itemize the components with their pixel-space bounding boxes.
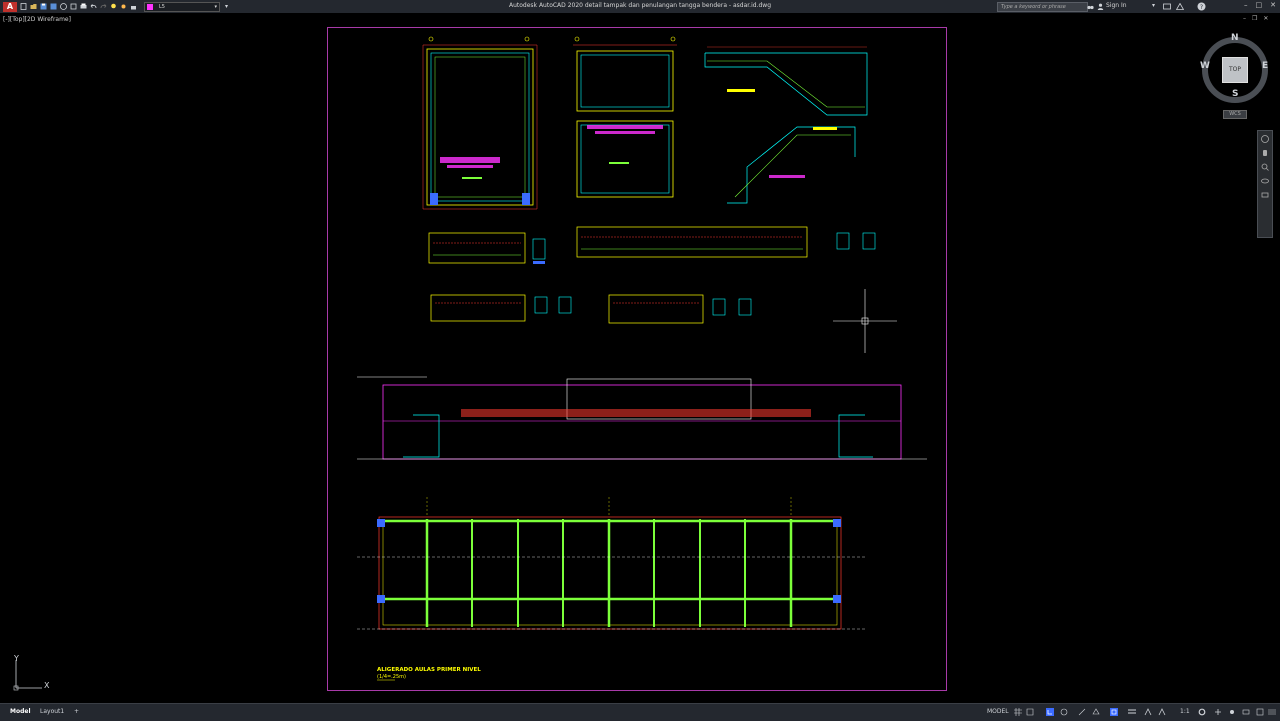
- maximize-icon[interactable]: □: [1256, 1, 1263, 9]
- showmotion-icon[interactable]: [1261, 191, 1269, 199]
- close-icon[interactable]: ✕: [1270, 1, 1276, 9]
- customize-qat-icon[interactable]: ▾: [225, 3, 228, 10]
- open-folder-icon[interactable]: [30, 3, 37, 10]
- compass-east[interactable]: E: [1262, 61, 1268, 71]
- web-mobile-icon[interactable]: [60, 3, 67, 10]
- undo-icon[interactable]: [90, 3, 97, 10]
- lightbulb-layer-on-icon[interactable]: [110, 3, 117, 10]
- sun-layer-thaw-icon[interactable]: [120, 3, 127, 10]
- drawing-close-icon[interactable]: ✕: [1263, 15, 1268, 22]
- drawing-restore-icon[interactable]: ❐: [1252, 15, 1257, 22]
- sign-in-button[interactable]: Sign In: [1106, 2, 1127, 9]
- viewcube[interactable]: N S E W TOP: [1198, 33, 1272, 107]
- drawing-window-controls: – ❐ ✕: [1243, 15, 1268, 22]
- lineweight-icon[interactable]: [1128, 708, 1136, 716]
- auto-scale-icon[interactable]: [1158, 708, 1166, 716]
- clean-screen-icon[interactable]: [1256, 708, 1264, 716]
- chevron-down-icon: ▾: [214, 3, 217, 10]
- ortho-mode-icon[interactable]: [1046, 708, 1054, 716]
- plot-icon[interactable]: [80, 3, 87, 10]
- ucs-x-label: X: [44, 681, 50, 690]
- annotation-visibility-icon[interactable]: [1144, 708, 1152, 716]
- status-bar: Model Layout1 + MODEL 1:1: [0, 703, 1280, 721]
- cad-drawing-canvas[interactable]: ALIGERADO AULAS PRIMER NIVEL (1/4=.25m): [327, 27, 947, 691]
- a360-icon[interactable]: [1176, 3, 1184, 10]
- workspace-gear-icon[interactable]: [1198, 708, 1206, 716]
- detail-floor-plan: ALIGERADO AULAS PRIMER NIVEL (1/4=.25m): [357, 497, 867, 681]
- annotation-scale[interactable]: 1:1: [1180, 708, 1190, 715]
- window-controls: – □ ✕: [1244, 1, 1276, 9]
- new-file-icon[interactable]: [20, 3, 27, 10]
- lock-layer-icon[interactable]: [130, 3, 137, 10]
- viewport-controls-label[interactable]: [-][Top][2D Wireframe]: [3, 16, 71, 23]
- add-layout-button[interactable]: +: [70, 707, 83, 716]
- layer-name: L5: [159, 3, 165, 10]
- tab-model[interactable]: Model: [6, 707, 35, 716]
- detail-building-elevation: [357, 376, 927, 460]
- plus-annotate-icon[interactable]: [1214, 708, 1222, 716]
- user-icon[interactable]: [1097, 3, 1104, 10]
- window-title: Autodesk AutoCAD 2020 detail tampak dan …: [509, 2, 771, 9]
- polar-tracking-icon[interactable]: [1060, 708, 1068, 716]
- customization-menu-icon[interactable]: [1268, 708, 1276, 716]
- layer-color-swatch-icon: [147, 3, 153, 10]
- tab-layout1[interactable]: Layout1: [36, 707, 68, 716]
- minimize-icon[interactable]: –: [1244, 1, 1248, 9]
- hardware-acceleration-icon[interactable]: [1242, 708, 1250, 716]
- object-snap-tracking-icon[interactable]: [1078, 708, 1086, 716]
- ucs-y-label: Y: [13, 654, 19, 663]
- wcs-menu[interactable]: WCS: [1223, 110, 1247, 119]
- zoom-extents-icon[interactable]: [1261, 163, 1269, 171]
- detail-beams-row: [428, 226, 876, 324]
- crosshair-cursor: [833, 289, 897, 353]
- save-as-icon[interactable]: [50, 3, 57, 10]
- open-web-icon[interactable]: [70, 3, 77, 10]
- plan-scale: (1/4=.25m): [377, 674, 406, 680]
- drawing-minimize-icon[interactable]: –: [1243, 15, 1246, 22]
- title-bar: A L5 ▾ ▾ Autodesk AutoCAD 2020 detail ta…: [0, 0, 1280, 13]
- redo-icon[interactable]: [100, 3, 107, 10]
- detail-stair-section-left: [422, 36, 538, 210]
- sign-in-dropdown-icon[interactable]: ▾: [1152, 2, 1155, 9]
- compass-south[interactable]: S: [1232, 89, 1238, 99]
- orbit-icon[interactable]: [1261, 177, 1269, 185]
- help-icon[interactable]: ?: [1197, 2, 1206, 11]
- isodraft-icon[interactable]: [1092, 708, 1100, 716]
- compass-north[interactable]: N: [1231, 33, 1239, 43]
- viewcube-top-face[interactable]: TOP: [1222, 57, 1248, 83]
- save-icon[interactable]: [40, 3, 47, 10]
- plan-title: ALIGERADO AULAS PRIMER NIVEL: [377, 667, 481, 673]
- detail-stair-elevation-right: [704, 46, 868, 204]
- model-space-button[interactable]: MODEL: [987, 708, 1009, 715]
- isolate-objects-icon[interactable]: [1228, 708, 1236, 716]
- object-snap-icon[interactable]: [1110, 708, 1118, 716]
- layer-dropdown[interactable]: L5 ▾: [144, 1, 220, 12]
- application-menu-button[interactable]: A: [3, 1, 17, 12]
- detail-frame-middle: [573, 36, 677, 198]
- compass-west[interactable]: W: [1200, 61, 1210, 71]
- binoculars-icon[interactable]: [1087, 3, 1094, 10]
- search-input[interactable]: Type a keyword or phrase: [997, 2, 1088, 12]
- snap-mode-icon[interactable]: [1026, 708, 1034, 716]
- svg-text:?: ?: [1200, 4, 1203, 11]
- autodesk-app-store-icon[interactable]: [1163, 3, 1171, 10]
- steering-wheel-icon[interactable]: [1261, 135, 1269, 143]
- quick-access-toolbar: A L5 ▾ ▾: [0, 1, 228, 12]
- pan-hand-icon[interactable]: [1261, 149, 1269, 157]
- grid-display-icon[interactable]: [1014, 708, 1022, 716]
- ucs-icon: X Y: [13, 654, 50, 691]
- navigation-bar[interactable]: [1257, 130, 1273, 238]
